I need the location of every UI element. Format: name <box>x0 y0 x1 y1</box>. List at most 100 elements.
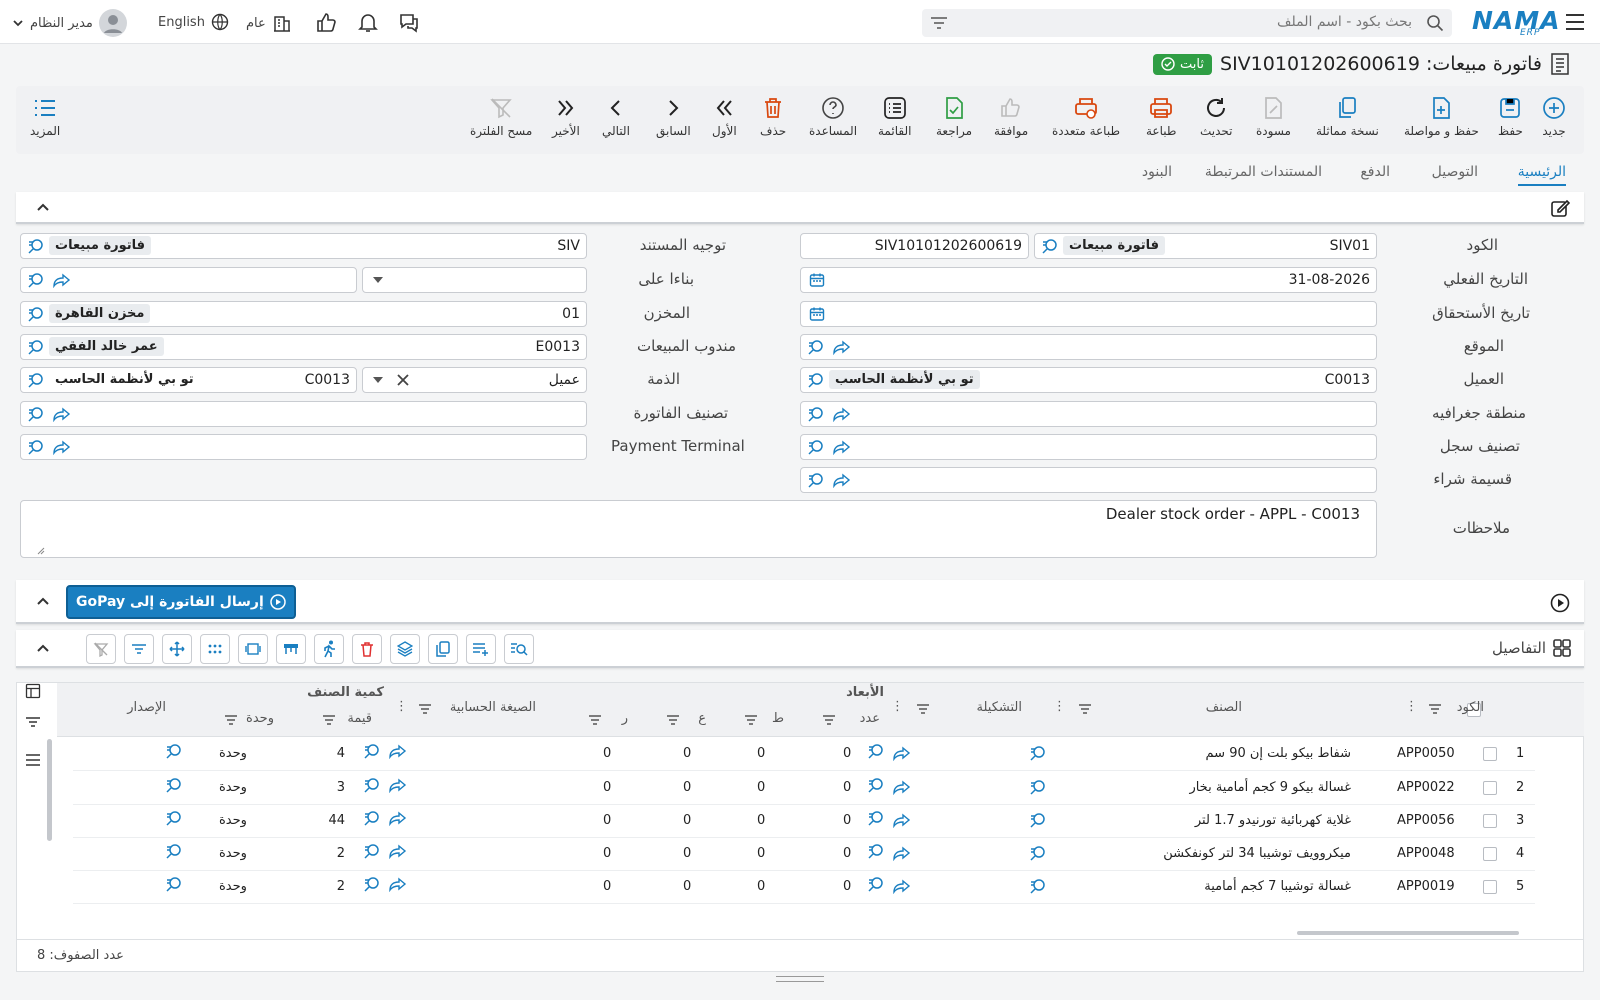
horizontal-scrollbar[interactable] <box>1297 931 1519 935</box>
search-box[interactable]: بحث بكود - اسم الملف <box>922 9 1452 37</box>
language-selector[interactable]: English <box>158 13 229 31</box>
row-checkbox[interactable] <box>1483 747 1497 761</box>
site-field[interactable] <box>800 334 1377 360</box>
header-w[interactable]: ع <box>698 711 706 726</box>
save-continue-button[interactable]: حفظ و مواصلة <box>1404 96 1479 138</box>
purchase-coupon-field[interactable] <box>800 467 1377 493</box>
lookup-icon[interactable] <box>27 306 45 322</box>
header-formula-menu[interactable]: ⋮ <box>395 699 408 714</box>
chevron-up-icon[interactable] <box>36 595 50 607</box>
lookup-icon[interactable] <box>363 843 381 859</box>
lookup-icon[interactable] <box>867 810 885 826</box>
header-code[interactable]: الكود <box>1457 700 1484 715</box>
move-button[interactable] <box>162 634 192 664</box>
delete-button[interactable]: حذف <box>760 96 786 138</box>
add-line-button[interactable] <box>466 634 496 664</box>
bell-icon[interactable] <box>357 11 379 33</box>
more-button[interactable]: المزيد <box>30 96 60 138</box>
search-grid-button[interactable] <box>504 634 534 664</box>
lookup-icon[interactable] <box>807 472 825 488</box>
share-icon[interactable] <box>389 743 407 759</box>
lookup-icon[interactable] <box>1029 878 1047 894</box>
refresh-button[interactable]: تحديث <box>1200 96 1233 138</box>
doc-direction-field[interactable]: SIV فاتورة مبيعات <box>20 233 587 259</box>
share-icon[interactable] <box>389 876 407 892</box>
dots-grid-button[interactable] <box>200 634 230 664</box>
share-icon[interactable] <box>53 272 71 288</box>
clear-grid-filter-button[interactable] <box>86 634 116 664</box>
lookup-icon[interactable] <box>1029 812 1047 828</box>
filter-icon[interactable] <box>418 703 432 715</box>
tab-payment[interactable]: الدفع <box>1360 164 1390 180</box>
lookup-icon[interactable] <box>27 272 45 288</box>
share-icon[interactable] <box>893 812 911 828</box>
resize-handle-icon[interactable] <box>37 547 45 555</box>
salesman-field[interactable]: E0013 عمر خالد الفقي <box>20 334 587 360</box>
lookup-icon[interactable] <box>363 876 381 892</box>
multi-print-button[interactable]: طباعة متعددة <box>1052 96 1120 138</box>
user-menu[interactable]: مدير النظام <box>12 9 127 37</box>
help-button[interactable]: المساعدة <box>809 96 857 138</box>
payment-terminal-field[interactable] <box>20 434 587 460</box>
menu-icon[interactable] <box>25 753 41 767</box>
table-row[interactable]: 3 APP0056 غلاية كهربائية تورنيدو 1.7 لتر… <box>73 805 1535 838</box>
draft-button[interactable]: مسودة <box>1256 96 1291 138</box>
print-button[interactable]: طباعة <box>1146 96 1176 138</box>
code-number-field[interactable]: SIV10101202600619 <box>800 233 1029 259</box>
lookup-icon[interactable] <box>1029 845 1047 861</box>
dropdown-caret-icon[interactable] <box>373 377 383 385</box>
lookup-icon[interactable] <box>807 339 825 355</box>
header-version[interactable]: الإصدار <box>127 700 166 715</box>
invoice-class-field[interactable] <box>20 401 587 427</box>
share-icon[interactable] <box>389 843 407 859</box>
tab-items[interactable]: البنود <box>1142 164 1172 180</box>
save-button[interactable]: حفظ <box>1498 96 1523 138</box>
lookup-icon[interactable] <box>807 372 825 388</box>
columns-panel-icon[interactable] <box>25 683 41 699</box>
filter-icon[interactable] <box>588 714 602 726</box>
duplicate-button[interactable]: نسخة مماثلة <box>1316 96 1379 138</box>
filter-icon[interactable] <box>930 15 948 31</box>
list-button[interactable]: القائمة <box>878 96 911 138</box>
lookup-icon[interactable] <box>867 876 885 892</box>
chevron-up-icon[interactable] <box>36 642 50 654</box>
nama-logo[interactable]: NAMA ERP <box>1472 6 1561 38</box>
customer-field[interactable]: C0013 تو بي لأنظمة الحاسب <box>800 367 1377 393</box>
vertical-scrollbar[interactable] <box>47 739 52 841</box>
notes-textarea[interactable]: Dealer stock order - APPL - C0013 <box>20 500 1377 558</box>
based-on-field[interactable] <box>20 267 357 293</box>
share-icon[interactable] <box>389 810 407 826</box>
lookup-icon[interactable] <box>27 372 45 388</box>
filter-icon[interactable] <box>224 714 238 726</box>
lookup-icon[interactable] <box>1029 779 1047 795</box>
first-button[interactable]: الأول <box>712 96 737 138</box>
lookup-icon[interactable] <box>1041 238 1059 254</box>
lookup-icon[interactable] <box>363 810 381 826</box>
warehouse-field[interactable]: 01 مخزن القاهرة <box>20 301 587 327</box>
lookup-icon[interactable] <box>27 339 45 355</box>
previous-button[interactable]: السابق <box>656 96 691 138</box>
code-type-field[interactable]: SIV01 فاتورة مبيعات <box>1034 233 1377 259</box>
play-circle-icon[interactable] <box>1550 593 1570 613</box>
header-config-menu[interactable]: ⋮ <box>891 699 904 714</box>
liability-field[interactable]: C0013 تو بي لأنظمة الحاسب <box>20 367 357 393</box>
review-button[interactable]: مراجعة <box>936 96 972 138</box>
based-on-select[interactable] <box>362 267 587 293</box>
share-icon[interactable] <box>833 406 851 422</box>
header-count[interactable]: عدد <box>860 711 880 726</box>
share-icon[interactable] <box>893 845 911 861</box>
search-input[interactable]: بحث بكود - اسم الملف <box>1277 14 1412 30</box>
layers-button[interactable] <box>390 634 420 664</box>
copy-line-button[interactable] <box>428 634 458 664</box>
header-formula[interactable]: الصيغة الحسابية <box>450 700 536 715</box>
clear-filter-button[interactable]: مسح الفلترة <box>470 96 532 138</box>
dropdown-caret-icon[interactable] <box>373 277 383 285</box>
share-icon[interactable] <box>833 472 851 488</box>
hamburger-icon[interactable] <box>1564 12 1586 32</box>
calendar-icon[interactable] <box>809 306 825 322</box>
filter-icon[interactable] <box>1078 703 1092 715</box>
filter-icon[interactable] <box>322 714 336 726</box>
share-icon[interactable] <box>893 745 911 761</box>
lookup-icon[interactable] <box>27 439 45 455</box>
clear-x-icon[interactable] <box>397 374 409 386</box>
